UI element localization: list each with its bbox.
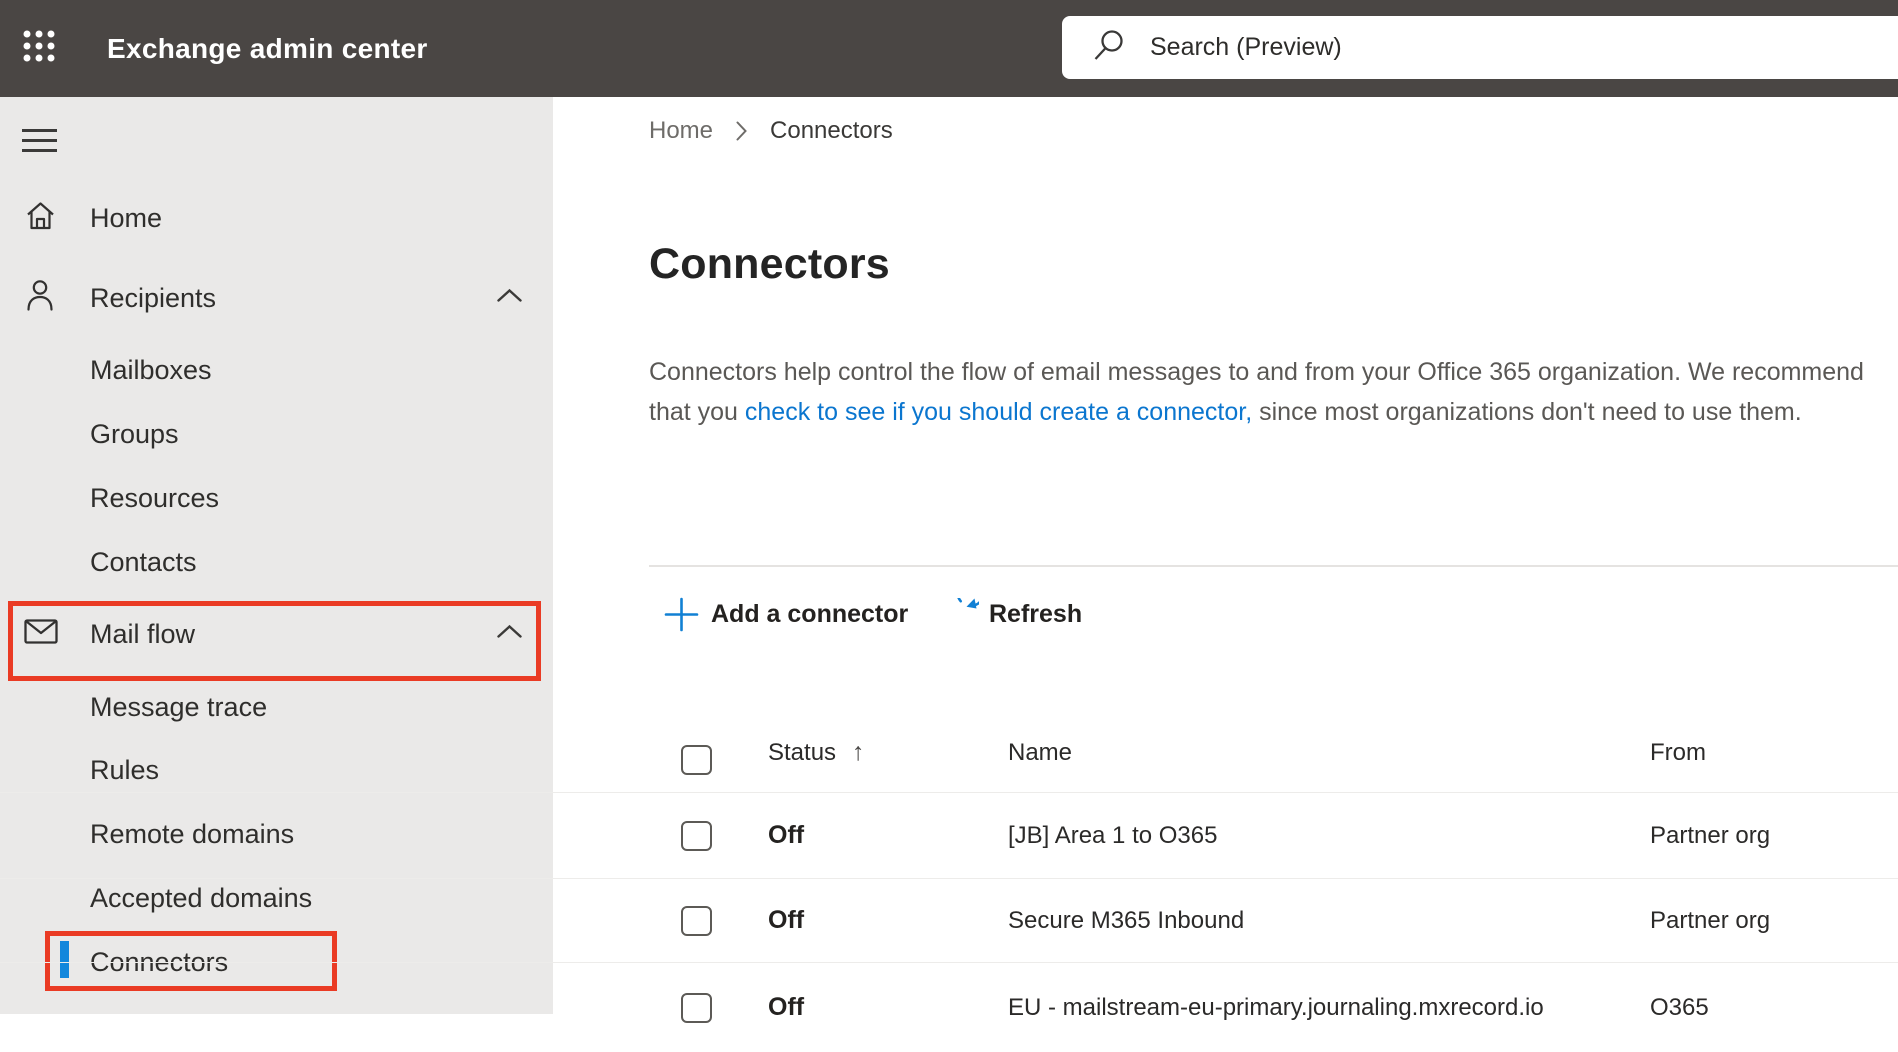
cell-name: EU - mailstream-eu-primary.journaling.mx… — [1008, 993, 1544, 1021]
home-icon — [24, 200, 57, 237]
person-icon — [24, 279, 56, 318]
app-title: Exchange admin center — [107, 32, 428, 64]
chevron-up-icon — [496, 288, 523, 308]
sidebar-item-contacts[interactable]: Contacts — [0, 534, 553, 590]
select-all-checkbox[interactable] — [681, 745, 712, 775]
page-description: Connectors help control the flow of emai… — [649, 352, 1879, 432]
breadcrumb-home-link[interactable]: Home — [649, 117, 713, 145]
row-checkbox[interactable] — [681, 820, 712, 851]
topbar: Exchange admin center Search (Preview) — [0, 0, 1898, 97]
hamburger-menu-button[interactable] — [22, 128, 57, 153]
sidebar-item-mailboxes[interactable]: Mailboxes — [0, 342, 553, 398]
column-header-status[interactable]: Status ↑ — [768, 713, 865, 792]
sidebar-item-home[interactable]: Home — [0, 190, 553, 246]
sidebar-item-label: Mailboxes — [90, 354, 212, 385]
waffle-icon — [21, 28, 57, 69]
plus-icon — [664, 597, 699, 631]
cell-status: Off — [768, 993, 805, 1021]
cell-from: Partner org — [1650, 906, 1771, 934]
sidebar-item-label: Mail flow — [90, 618, 196, 649]
search-placeholder: Search (Preview) — [1150, 33, 1342, 61]
description-text: since most organizations don't need to u… — [1252, 398, 1802, 426]
page-title: Connectors — [649, 240, 890, 288]
cell-status: Off — [768, 821, 805, 849]
sidebar-item-label: Contacts — [90, 546, 197, 577]
sidebar-item-resources[interactable]: Resources — [0, 470, 553, 526]
breadcrumb-current-page: Connectors — [770, 117, 893, 144]
create-connector-check-link[interactable]: check to see if you should create a conn… — [745, 398, 1252, 426]
sidebar-item-label: Resources — [90, 482, 220, 513]
chevron-right-icon — [735, 120, 748, 142]
refresh-button[interactable]: Refresh — [947, 586, 1082, 642]
refresh-label: Refresh — [989, 599, 1083, 628]
column-header-from[interactable]: From — [1650, 713, 1706, 792]
column-header-label: From — [1650, 738, 1706, 766]
cell-from: O365 — [1650, 993, 1709, 1021]
sidebar-item-groups[interactable]: Groups — [0, 406, 553, 462]
cell-name: Secure M365 Inbound — [1008, 906, 1245, 934]
sidebar-item-label: Recipients — [90, 282, 217, 313]
column-header-name[interactable]: Name — [1008, 713, 1072, 792]
search-icon — [1092, 28, 1126, 67]
sidebar-item-label: Home — [90, 202, 163, 233]
toolbar-divider — [649, 565, 1898, 567]
cell-status: Off — [768, 906, 805, 934]
column-header-label: Name — [1008, 738, 1073, 766]
cell-name: [JB] Area 1 to O365 — [1008, 821, 1218, 849]
app-launcher-button[interactable] — [14, 23, 64, 73]
mail-icon — [24, 619, 58, 649]
chevron-up-icon — [496, 624, 523, 644]
table-row[interactable]: Off EU - mailstream-eu-primary.journalin… — [0, 962, 1898, 1052]
sidebar-item-recipients[interactable]: Recipients — [0, 270, 553, 326]
row-checkbox[interactable] — [681, 905, 712, 936]
table-row[interactable]: Off Secure M365 Inbound Partner org — [0, 878, 1898, 962]
cell-from: Partner org — [1650, 821, 1771, 849]
add-connector-label: Add a connector — [711, 599, 909, 628]
refresh-icon — [957, 598, 979, 609]
sort-ascending-icon: ↑ — [852, 738, 865, 766]
table-header-row: Status ↑ Name From — [0, 713, 1898, 792]
add-connector-button[interactable]: Add a connector — [664, 586, 908, 642]
table-row[interactable]: Off [JB] Area 1 to O365 Partner org — [0, 792, 1898, 878]
row-checkbox[interactable] — [681, 992, 712, 1023]
search-input[interactable]: Search (Preview) — [1062, 16, 1898, 79]
sidebar-item-label: Groups — [90, 418, 179, 449]
breadcrumb: Home Connectors — [649, 116, 893, 146]
column-header-label: Status — [768, 738, 837, 766]
sidebar-item-mail-flow[interactable]: Mail flow — [0, 606, 553, 662]
